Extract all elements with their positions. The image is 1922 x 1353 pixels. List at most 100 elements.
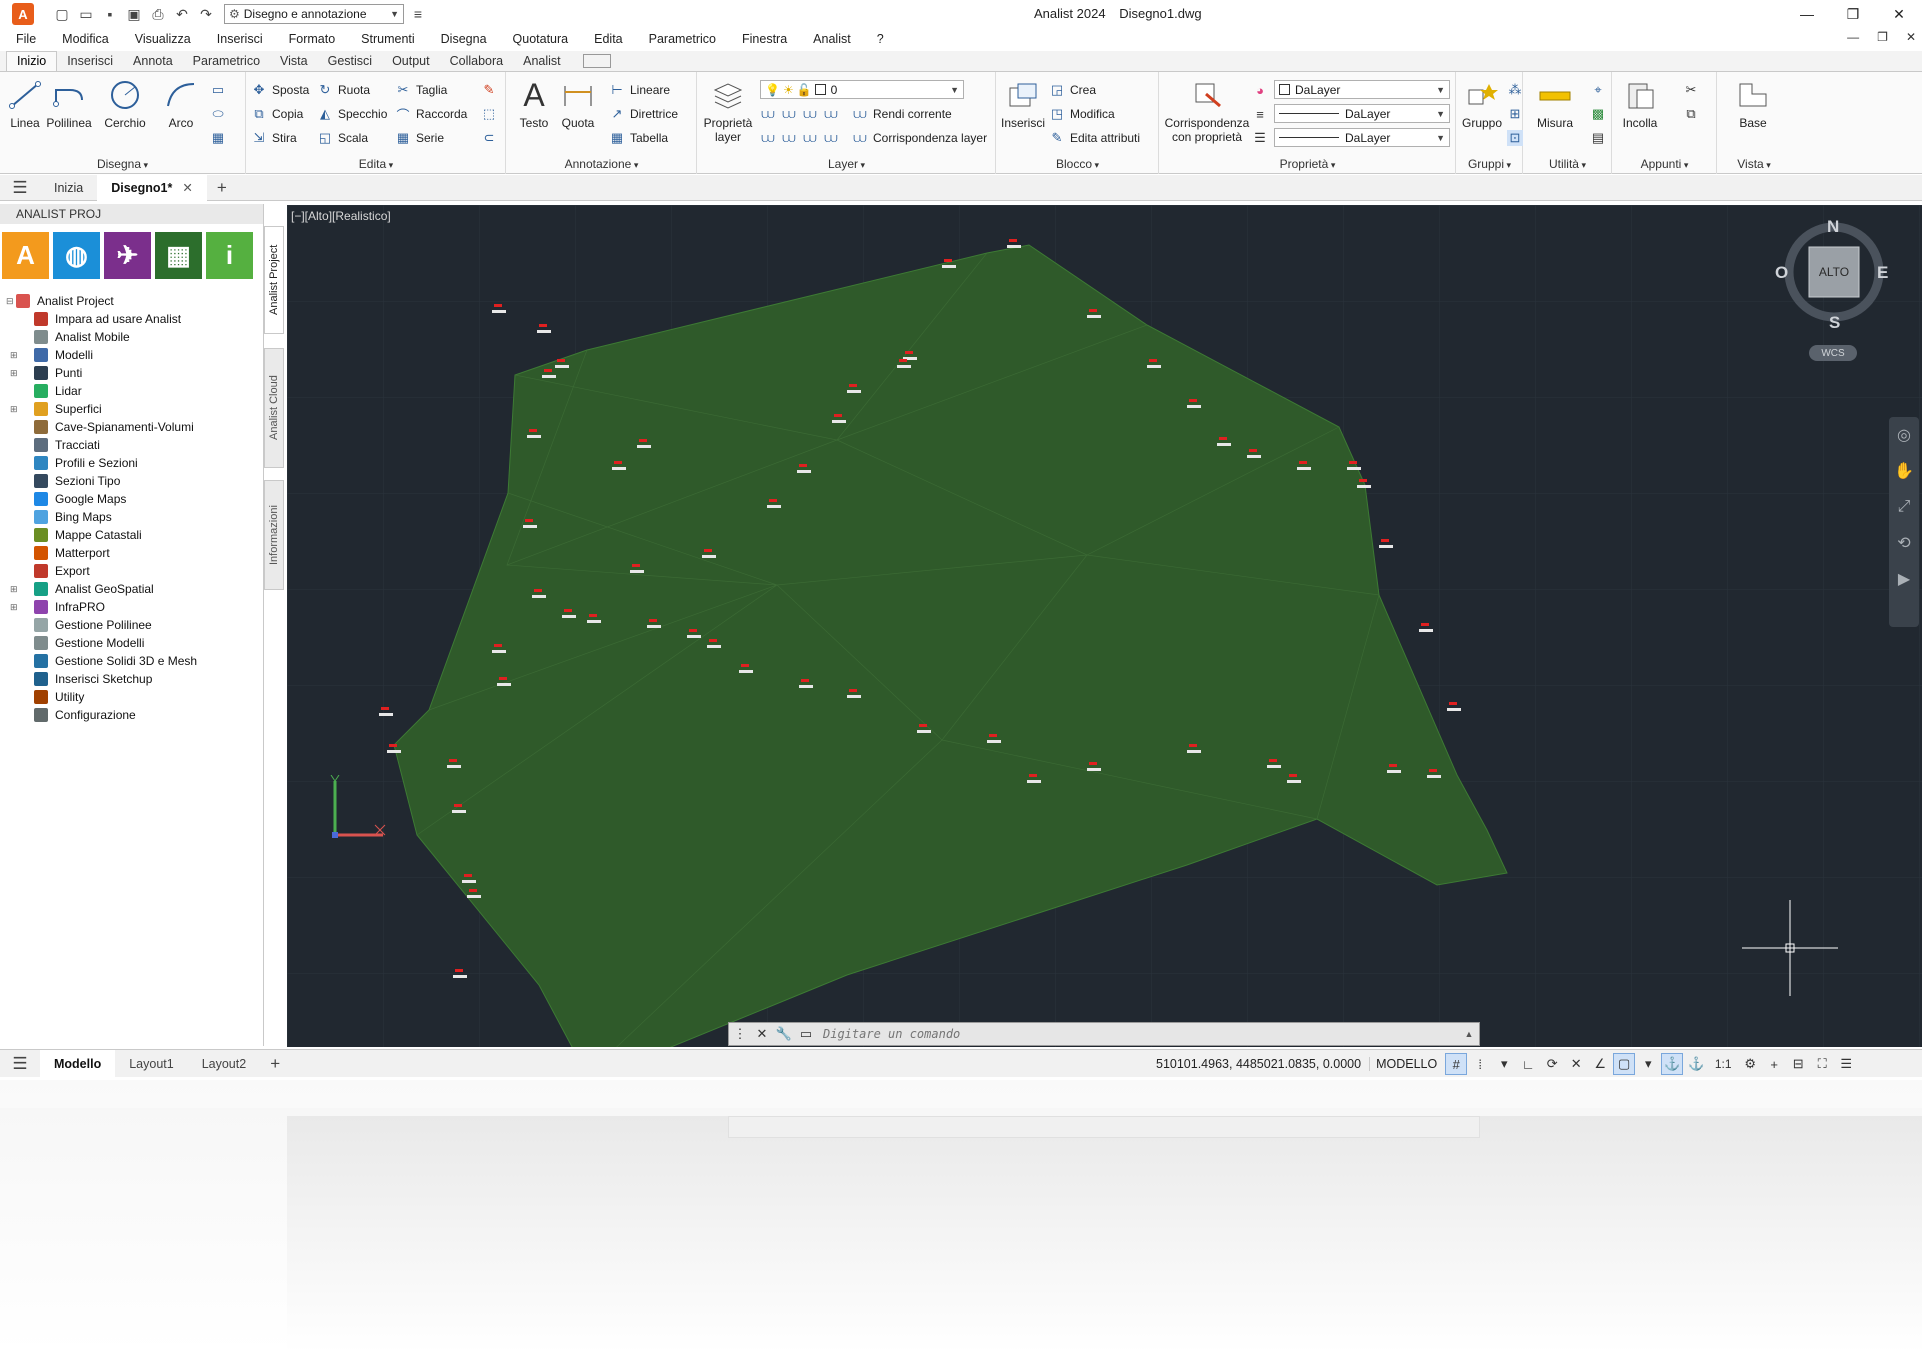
hatch-icon[interactable]: ▦ [210, 128, 231, 148]
side-tab-analist-project[interactable]: Analist Project [264, 226, 284, 334]
calculator-icon[interactable]: ▤ [1590, 128, 1611, 148]
menu-item-3[interactable]: Inserisci [203, 32, 275, 46]
rectangle-icon[interactable]: ▭ [210, 80, 231, 100]
map-icon[interactable]: ▦ [155, 232, 202, 279]
zoom-extents-icon[interactable]: ⤢ [1889, 489, 1919, 525]
new-file-icon[interactable]: ▢ [52, 4, 72, 24]
copy-clip-icon[interactable]: ⧉ [1683, 104, 1704, 124]
chevron-down-icon[interactable]: ▾ [1493, 1053, 1515, 1075]
analist-logo-icon[interactable]: A [2, 232, 49, 279]
expand-icon[interactable]: ⊞ [10, 368, 20, 379]
menu-item-2[interactable]: Visualizza [121, 32, 203, 46]
tree-item[interactable]: ⊞ Superfici [0, 400, 262, 418]
tree-root[interactable]: ⊟ Analist Project [0, 292, 262, 310]
side-tab-informazioni[interactable]: Informazioni [264, 480, 284, 590]
ucs-menu[interactable]: WCS [1809, 345, 1857, 361]
panel-title-utilita[interactable]: Utilità [1524, 157, 1611, 171]
lineweight-select[interactable]: DaLayer ▼ [1274, 128, 1450, 147]
arc-button[interactable]: Arco [158, 78, 204, 130]
compass-east[interactable]: E [1877, 263, 1888, 283]
panel-title-layer[interactable]: Layer [698, 157, 995, 171]
trim-button[interactable]: ✂ Taglia [395, 80, 448, 100]
paste-button[interactable]: Incolla [1617, 78, 1663, 130]
annotation-visibility-icon[interactable]: ⚓ [1661, 1053, 1684, 1075]
tree-item[interactable]: Lidar [0, 382, 262, 400]
compass-west[interactable]: O [1775, 263, 1788, 283]
tree-item[interactable]: ⊞ Modelli [0, 346, 262, 364]
expand-icon[interactable]: ⊞ [10, 350, 20, 361]
recent-commands-icon[interactable]: ▭ [795, 1026, 817, 1042]
panel-title-gruppi[interactable]: Gruppi [1457, 157, 1522, 171]
ribbon-options-icon[interactable] [582, 54, 611, 68]
polyline-button[interactable]: Polilinea [46, 78, 92, 130]
chevron-up-icon[interactable]: ▲ [1459, 1029, 1479, 1039]
select-all-icon[interactable]: ▩ [1590, 104, 1611, 124]
info-icon[interactable]: i [206, 232, 253, 279]
tab-layout2[interactable]: Layout2 [188, 1050, 260, 1078]
tree-item[interactable]: Gestione Solidi 3D e Mesh [0, 652, 262, 670]
tree-item[interactable]: Cave-Spianamenti-Volumi [0, 418, 262, 436]
match-properties-button[interactable]: Corrispondenza con proprietà [1164, 78, 1250, 144]
close-command-icon[interactable]: ✕ [751, 1026, 773, 1042]
save-as-icon[interactable]: ▣ [124, 4, 144, 24]
print-icon[interactable]: ⎙ [148, 4, 168, 24]
stretch-button[interactable]: ⇲ Stira [251, 128, 297, 148]
collapse-icon[interactable]: ⊟ [6, 296, 16, 307]
tab-model[interactable]: Modello [40, 1049, 116, 1078]
scale-button[interactable]: ◱ Scala [317, 128, 368, 148]
doc-minimize-button[interactable]: — [1847, 30, 1859, 44]
tree-item[interactable]: Analist Mobile [0, 328, 262, 346]
plus-icon[interactable]: + [1763, 1053, 1785, 1075]
tree-item[interactable]: ⊞ Analist GeoSpatial [0, 580, 262, 598]
tree-item[interactable]: ⊞ InfraPRO [0, 598, 262, 616]
layout-menu-icon[interactable]: ☰ [0, 1054, 40, 1074]
doc-restore-button[interactable]: ❐ [1877, 30, 1888, 44]
steering-wheel-icon[interactable]: ◎ [1889, 417, 1919, 453]
dimension-button[interactable]: Quota [555, 78, 601, 130]
array-button[interactable]: ▦ Serie [395, 128, 444, 148]
mirror-button[interactable]: ◭ Specchio [317, 104, 387, 124]
tree-item[interactable]: Profili e Sezioni [0, 454, 262, 472]
menu-item-5[interactable]: Strumenti [347, 32, 427, 46]
tree-item[interactable]: Matterport [0, 544, 262, 562]
tree-item[interactable]: ⊞ Punti [0, 364, 262, 382]
tree-item[interactable]: Tracciati [0, 436, 262, 454]
line-button[interactable]: Linea [2, 78, 48, 130]
panel-title-disegna[interactable]: Disegna [0, 157, 245, 171]
insert-block-button[interactable]: Inserisci [999, 78, 1047, 130]
auto-scale-icon[interactable]: ⚓ [1685, 1053, 1707, 1075]
maximize-button[interactable]: ❐ [1830, 0, 1876, 28]
compass-north[interactable]: N [1827, 217, 1839, 237]
match-layer-button[interactable]: ⩊ Corrispondenza layer [852, 128, 987, 148]
measure-button[interactable]: Misura [1532, 78, 1578, 130]
customize-status-icon[interactable]: ☰ [1835, 1053, 1857, 1075]
offset-icon[interactable]: ⊂ [481, 128, 502, 148]
menu-item-8[interactable]: Edita [580, 32, 635, 46]
explode-icon[interactable]: ⬚ [481, 104, 502, 124]
isolate-objects-icon[interactable]: ⊟ [1787, 1053, 1809, 1075]
customize-command-icon[interactable]: 🔧 [773, 1026, 795, 1042]
minimize-button[interactable]: — [1784, 0, 1830, 28]
polar-toggle-icon[interactable]: ⟳ [1541, 1053, 1563, 1075]
layer-select[interactable]: 💡 ☀ 🔓 0 ▼ [760, 80, 964, 99]
object-snap-icon[interactable]: ▢ [1613, 1053, 1636, 1075]
tab-drawing1[interactable]: Disegno1* ✕ [97, 174, 207, 201]
pan-icon[interactable]: ✋ [1889, 453, 1919, 489]
gear-icon[interactable]: ⚙ [1739, 1053, 1761, 1075]
menu-item-1[interactable]: Modifica [48, 32, 121, 46]
linetype-select[interactable]: DaLayer ▼ [1274, 104, 1450, 123]
tree-item[interactable]: Export [0, 562, 262, 580]
ribbon-tab-7[interactable]: Collabora [440, 54, 514, 71]
viewcube-face-top[interactable]: ALTO [1809, 247, 1859, 297]
view-control-label[interactable]: [−][Alto][Realistico] [291, 209, 391, 223]
create-block-button[interactable]: ◲ Crea [1049, 80, 1096, 100]
panel-title-proprieta[interactable]: Proprietà [1160, 157, 1455, 171]
isodraft-icon[interactable]: ✕ [1565, 1053, 1587, 1075]
quick-select-icon[interactable]: ⌖ [1590, 80, 1611, 100]
base-view-button[interactable]: Base [1730, 78, 1776, 130]
tree-item[interactable]: Mappe Catastali [0, 526, 262, 544]
fillet-button[interactable]: ⌒ Raccorda [395, 104, 467, 124]
cursor-coordinates[interactable]: 510101.4963, 4485021.0835, 0.0000 [1150, 1057, 1367, 1071]
make-current-button[interactable]: ⩊ Rendi corrente [852, 104, 951, 124]
tree-item[interactable]: Gestione Polilinee [0, 616, 262, 634]
